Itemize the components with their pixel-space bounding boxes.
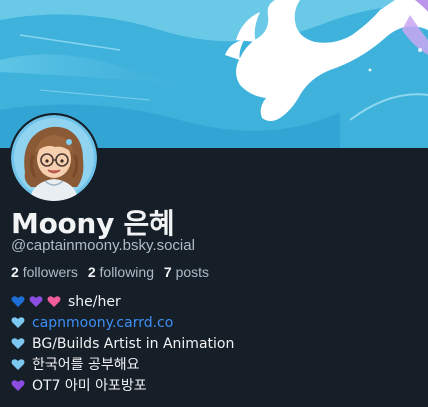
bio-line: 한국어를 공부해요 bbox=[11, 354, 421, 375]
following-count: 2 bbox=[87, 264, 96, 280]
bio-language-note: 한국어를 공부해요 bbox=[32, 356, 140, 373]
avatar[interactable] bbox=[9, 113, 99, 203]
display-name: Moony 은혜 bbox=[11, 207, 175, 240]
light-blue-heart-icon bbox=[11, 359, 25, 370]
followers-count: 2 bbox=[11, 264, 19, 280]
following-label: following bbox=[99, 264, 154, 280]
profile-bio: she/her capnmoony.carrd.co BG/Builds Art… bbox=[11, 291, 421, 396]
bio-occupation: BG/Builds Artist in Animation bbox=[32, 335, 235, 352]
posts-label: posts bbox=[175, 264, 210, 280]
bio-line: she/her bbox=[11, 291, 421, 312]
bio-fandom: OT7 아미 아포방포 bbox=[32, 377, 147, 394]
avatar-portrait-illustration bbox=[11, 115, 97, 201]
bio-line: OT7 아미 아포방포 bbox=[11, 375, 421, 396]
blue-heart-icon bbox=[11, 296, 25, 307]
pink-heart-icon bbox=[47, 296, 61, 307]
light-blue-heart-icon bbox=[11, 317, 25, 328]
light-blue-heart-icon bbox=[11, 338, 25, 349]
bio-pronouns: she/her bbox=[68, 293, 121, 310]
posts-stat: 7 posts bbox=[164, 264, 209, 280]
profile-stats: 2 followers 2 following 7 posts bbox=[11, 264, 215, 280]
followers-stat[interactable]: 2 followers bbox=[11, 264, 78, 280]
posts-count: 7 bbox=[163, 264, 172, 280]
following-stat[interactable]: 2 following bbox=[88, 264, 154, 280]
profile-handle: @captainmoony.bsky.social bbox=[11, 237, 195, 254]
purple-heart-icon bbox=[11, 380, 25, 391]
bio-line: BG/Builds Artist in Animation bbox=[11, 333, 421, 354]
bio-line: capnmoony.carrd.co bbox=[11, 312, 421, 333]
purple-heart-icon bbox=[29, 296, 43, 307]
followers-label: followers bbox=[22, 264, 78, 280]
bio-website-link[interactable]: capnmoony.carrd.co bbox=[32, 313, 173, 333]
